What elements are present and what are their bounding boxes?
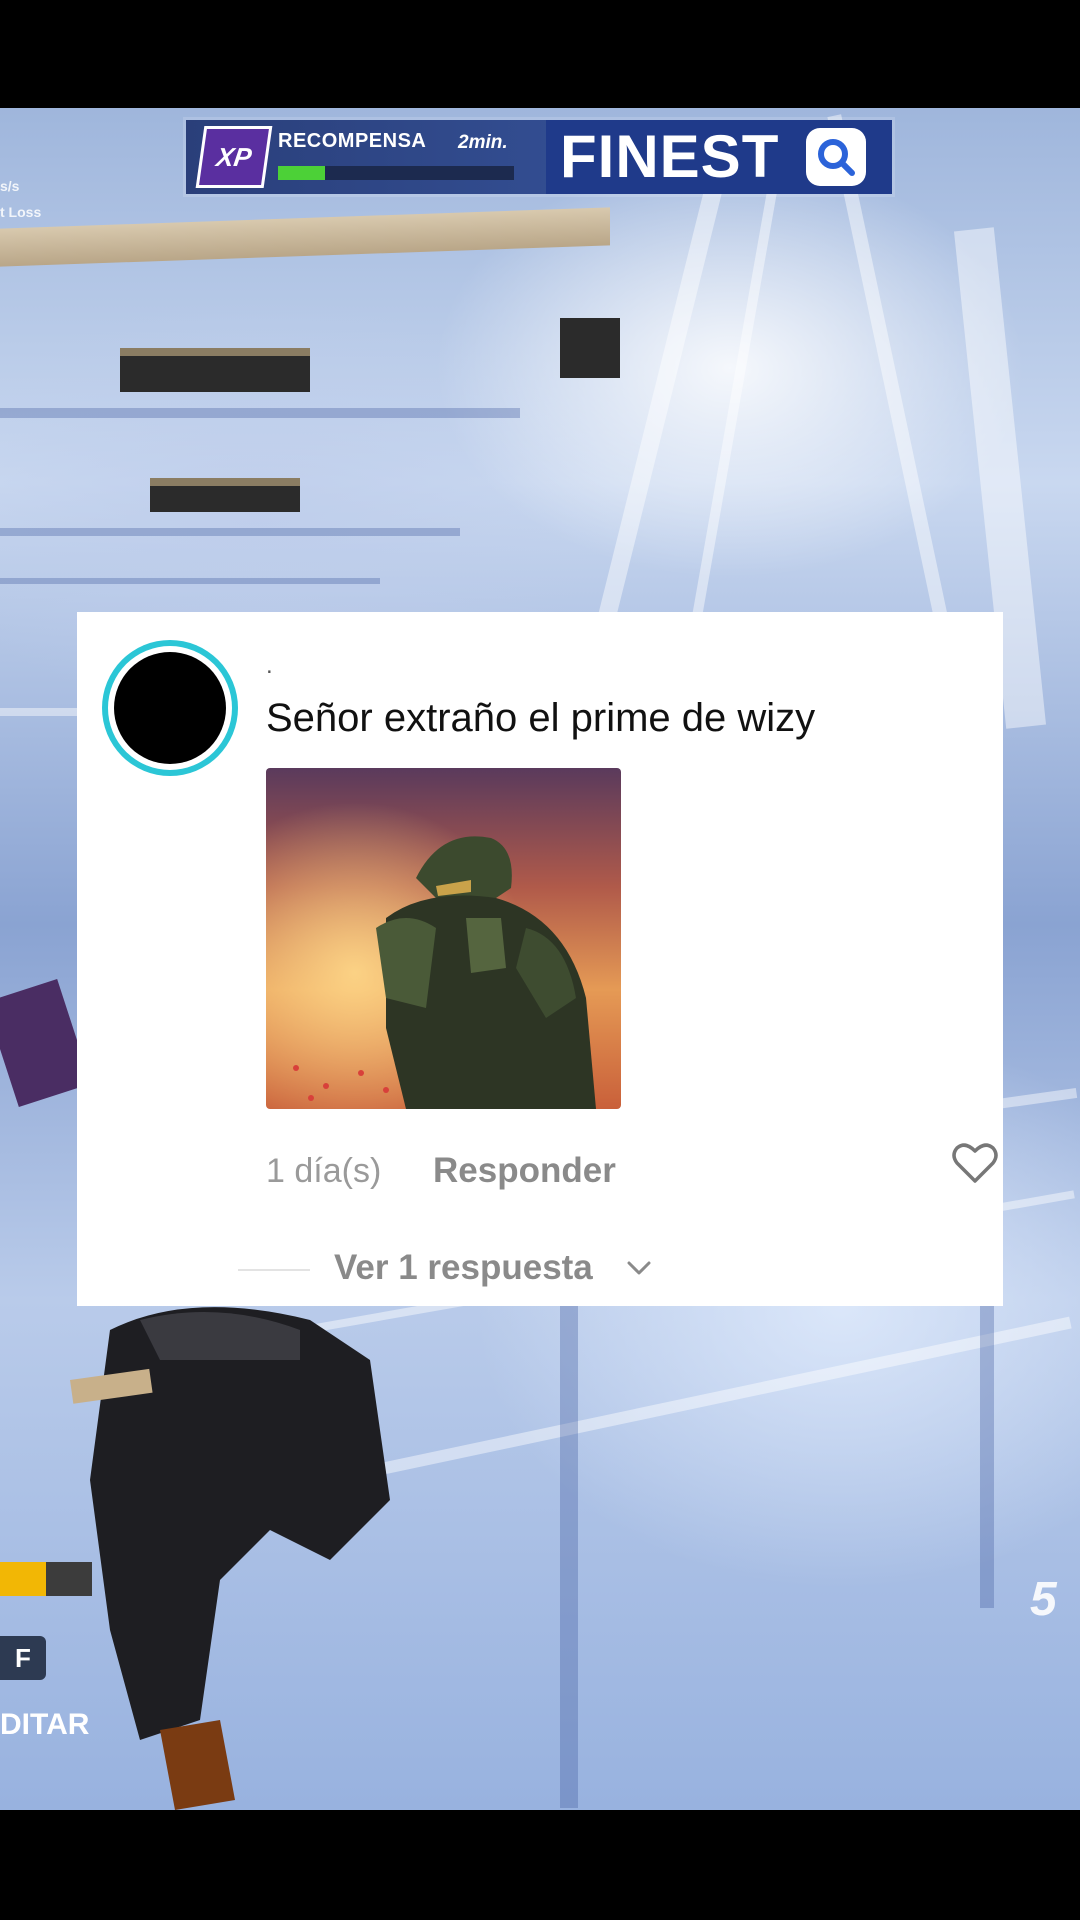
right-counter: 5 xyxy=(1030,1573,1057,1626)
player-character xyxy=(70,1307,390,1810)
comment-username[interactable]: . xyxy=(266,652,273,680)
health-bar xyxy=(0,1562,92,1596)
magnifier-icon xyxy=(806,128,866,186)
comment-text: Señor extraño el prime de wizy xyxy=(266,696,816,740)
comment-attached-image[interactable] xyxy=(266,768,621,1109)
edit-label: DITAR xyxy=(0,1708,90,1741)
health-bar-fill xyxy=(0,1562,46,1596)
reward-label: RECOMPENSA xyxy=(278,130,427,152)
reply-button[interactable]: Responder xyxy=(433,1151,616,1191)
letterbox-bottom xyxy=(0,1810,1080,1920)
comment-age: 1 día(s) xyxy=(266,1152,382,1190)
side-stat-1: s/s xyxy=(0,178,20,194)
letterbox-top xyxy=(0,0,1080,108)
edit-key-hint: F xyxy=(0,1636,46,1680)
view-replies-button[interactable]: Ver 1 respuesta xyxy=(334,1248,593,1288)
reward-timer: 2min. xyxy=(458,132,508,153)
chevron-down-icon[interactable] xyxy=(626,1258,652,1278)
reward-progress-bar xyxy=(278,166,514,180)
reward-progress-fill xyxy=(278,166,326,180)
replies-divider xyxy=(238,1269,310,1271)
xp-badge: XP xyxy=(195,126,273,188)
avatar[interactable] xyxy=(114,652,226,764)
side-stat-2: t Loss xyxy=(0,204,42,220)
brand-text: FINEST xyxy=(560,123,780,190)
heart-outline-icon[interactable] xyxy=(951,1141,999,1185)
